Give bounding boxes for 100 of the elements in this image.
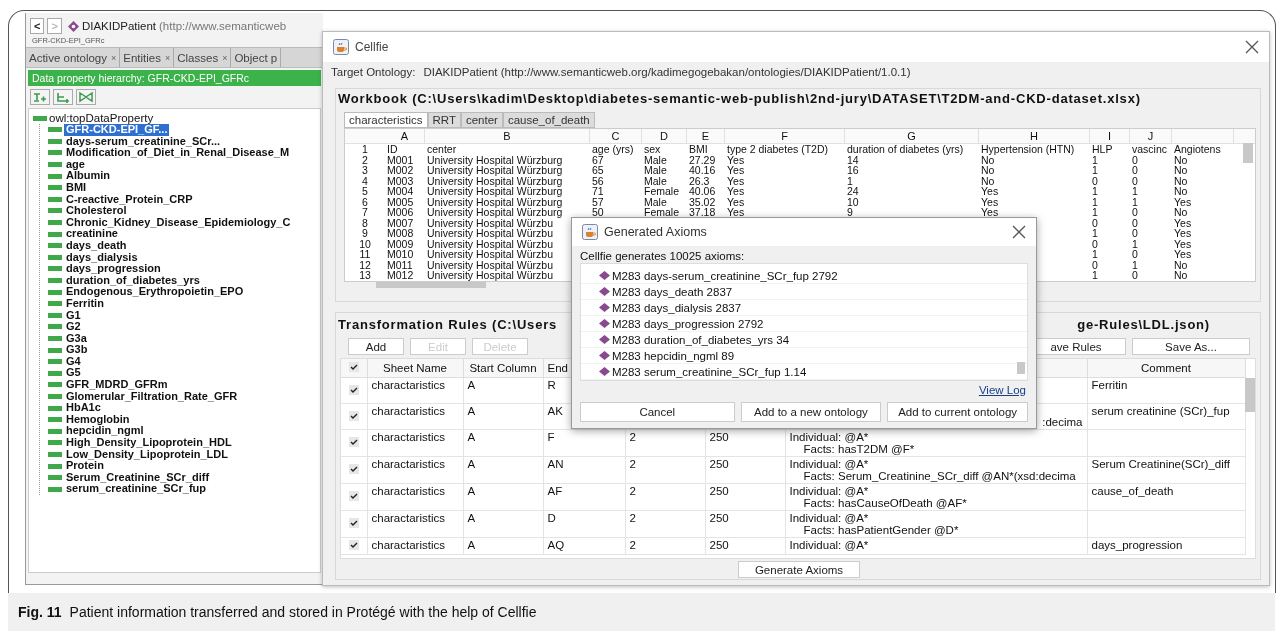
list-item[interactable]: M283 days_progression 2792 — [612, 317, 764, 330]
row-number[interactable]: 3 — [362, 164, 368, 176]
save-button[interactable]: Save As... — [1132, 338, 1250, 355]
table-cell: Female — [644, 185, 679, 197]
sheet-tab[interactable]: center — [460, 112, 503, 128]
column-header[interactable]: F — [781, 130, 788, 142]
column-header[interactable]: C — [611, 130, 620, 142]
list-item[interactable]: M283 serum_creatinine_SCr_fup 1.14 — [612, 365, 807, 378]
tree-item[interactable]: HbA1c — [64, 402, 103, 414]
row-number[interactable]: 5 — [362, 185, 368, 197]
tree-item[interactable]: G5 — [64, 367, 83, 380]
tree-item[interactable]: creatinine — [64, 228, 120, 240]
tree-item[interactable]: serum_creatinine_SCr_fup — [64, 483, 208, 495]
row-number[interactable]: 7 — [362, 206, 368, 218]
checkbox[interactable] — [348, 437, 359, 447]
view-log-link[interactable]: View Log — [978, 384, 1026, 398]
tree-item[interactable]: G3a — [64, 332, 89, 345]
tree-item[interactable]: G1 — [64, 309, 83, 322]
column-header[interactable]: G — [907, 130, 916, 142]
column-header[interactable]: D — [660, 130, 668, 142]
checkbox[interactable] — [348, 491, 359, 501]
tab[interactable]: Object p — [231, 48, 282, 67]
tree-item[interactable]: G4 — [64, 355, 83, 368]
tree-item[interactable]: Glomerular_Filtration_Rate_GFR — [64, 390, 240, 403]
column-header[interactable]: I — [1107, 130, 1112, 142]
list-item[interactable]: M283 days_dialysis 2837 — [612, 301, 742, 314]
tree-item[interactable]: High_Density_Lipoprotein_HDL — [64, 437, 234, 449]
row-number[interactable]: 11 — [359, 248, 371, 260]
column-header[interactable]: Comment — [1087, 359, 1245, 378]
close-button[interactable]: × — [222, 52, 228, 63]
tree-item[interactable]: Cholesterol — [64, 205, 129, 217]
tree-item[interactable]: GFR-CKD-EPI_GF... — [64, 124, 170, 136]
dialog-button[interactable]: Add to a new ontology — [740, 402, 882, 422]
column-header[interactable]: Start Column — [463, 359, 543, 378]
delete-property-icon[interactable] — [76, 89, 96, 105]
checkbox[interactable] — [348, 410, 359, 421]
close-button[interactable]: × — [111, 52, 117, 63]
column-header[interactable]: B — [503, 130, 511, 142]
list-item[interactable]: M283 hepcidin_ngml 89 — [612, 349, 735, 362]
tree-item[interactable]: days_death — [64, 239, 129, 252]
row-number[interactable]: 1 — [362, 143, 368, 155]
list-item[interactable]: M283 duration_of_diabetes_yrs 34 — [612, 333, 790, 346]
row-number[interactable]: 12 — [359, 258, 371, 271]
tree-item[interactable]: Serum_Creatinine_SCr_diff — [64, 471, 212, 484]
tab[interactable]: Entities × — [120, 48, 175, 67]
tab[interactable]: Active ontology × — [26, 48, 121, 67]
tree-item[interactable]: days_dialysis — [64, 251, 140, 264]
scrollbar[interactable] — [376, 282, 486, 288]
tree-item[interactable]: Low_Density_Lipoprotein_LDL — [64, 448, 230, 461]
row-number[interactable]: 8 — [362, 216, 368, 229]
row-number[interactable]: 13 — [359, 269, 371, 281]
tree-item[interactable]: GFR_MDRD_GFRm — [64, 379, 170, 391]
tree-item[interactable]: Hemoglobin — [64, 413, 132, 426]
checkbox[interactable] — [348, 540, 359, 550]
tree-item[interactable]: days-serum_creatinine_SCr... — [64, 135, 223, 148]
checkbox[interactable] — [348, 518, 359, 528]
add-subproperty-icon[interactable] — [30, 89, 50, 105]
tree-item[interactable]: days_progression — [64, 263, 163, 275]
tree-item[interactable]: hepcidin_ngml — [64, 425, 146, 438]
column-header[interactable]: Sheet Name — [367, 359, 463, 378]
tree-item[interactable]: C-reactive_Protein_CRP — [64, 193, 195, 206]
tab[interactable]: Classes × — [174, 48, 232, 67]
sheet-tab[interactable]: characteristics — [344, 112, 428, 128]
column-header[interactable]: J — [1147, 130, 1154, 142]
tree-item[interactable]: duration_of_diabetes_yrs — [64, 274, 202, 287]
nav-button[interactable]: < — [30, 18, 45, 34]
tree-item[interactable]: owl:topDataProperty — [49, 112, 154, 124]
list-item[interactable]: M283 days-serum_creatinine_SCr_fup 2792 — [612, 269, 838, 282]
row-number[interactable]: 4 — [362, 174, 368, 187]
tree-item[interactable]: Protein — [64, 460, 106, 472]
tree-item[interactable]: Albumin — [64, 170, 112, 182]
close-icon[interactable] — [1245, 40, 1259, 54]
tree-item[interactable]: G3b — [64, 344, 90, 356]
row-number[interactable]: 9 — [362, 227, 368, 239]
close-button[interactable]: × — [165, 52, 171, 63]
checkbox[interactable] — [348, 362, 359, 372]
column-header[interactable]: H — [1030, 130, 1038, 142]
checkbox[interactable] — [348, 384, 359, 395]
checkbox[interactable] — [348, 464, 359, 474]
tree-item[interactable]: Ferritin — [64, 297, 106, 310]
sheet-tab[interactable]: RRT — [427, 112, 461, 128]
tree-item[interactable]: Chronic_Kidney_Disease_Epidemiology_C — [64, 216, 293, 229]
dialog-button[interactable]: Cancel — [580, 402, 735, 422]
sheet-tab[interactable]: cause_of_death — [502, 112, 595, 128]
toolbar-button[interactable]: Add — [348, 338, 404, 355]
tree-item[interactable]: age — [64, 158, 87, 171]
row-number[interactable]: 6 — [362, 195, 368, 208]
column-header[interactable]: E — [701, 130, 710, 142]
list-item[interactable]: M283 days_death 2837 — [612, 285, 733, 298]
tree-item[interactable]: Modification_of_Diet_in_Renal_Disease_M — [64, 147, 292, 159]
row-number[interactable]: 10 — [359, 237, 371, 250]
generate-button[interactable]: Generate Axioms — [738, 561, 860, 578]
tree-item[interactable]: G2 — [64, 321, 83, 333]
tree-item[interactable]: BMI — [64, 181, 89, 194]
tree-item[interactable]: Endogenous_Erythropoietin_EPO — [64, 286, 246, 298]
close-icon[interactable] — [1012, 225, 1026, 239]
dialog-button[interactable]: Add to current ontology — [887, 402, 1028, 422]
add-sibling-icon[interactable] — [53, 89, 73, 105]
row-number[interactable]: 2 — [362, 153, 368, 166]
column-header[interactable]: A — [400, 130, 409, 142]
